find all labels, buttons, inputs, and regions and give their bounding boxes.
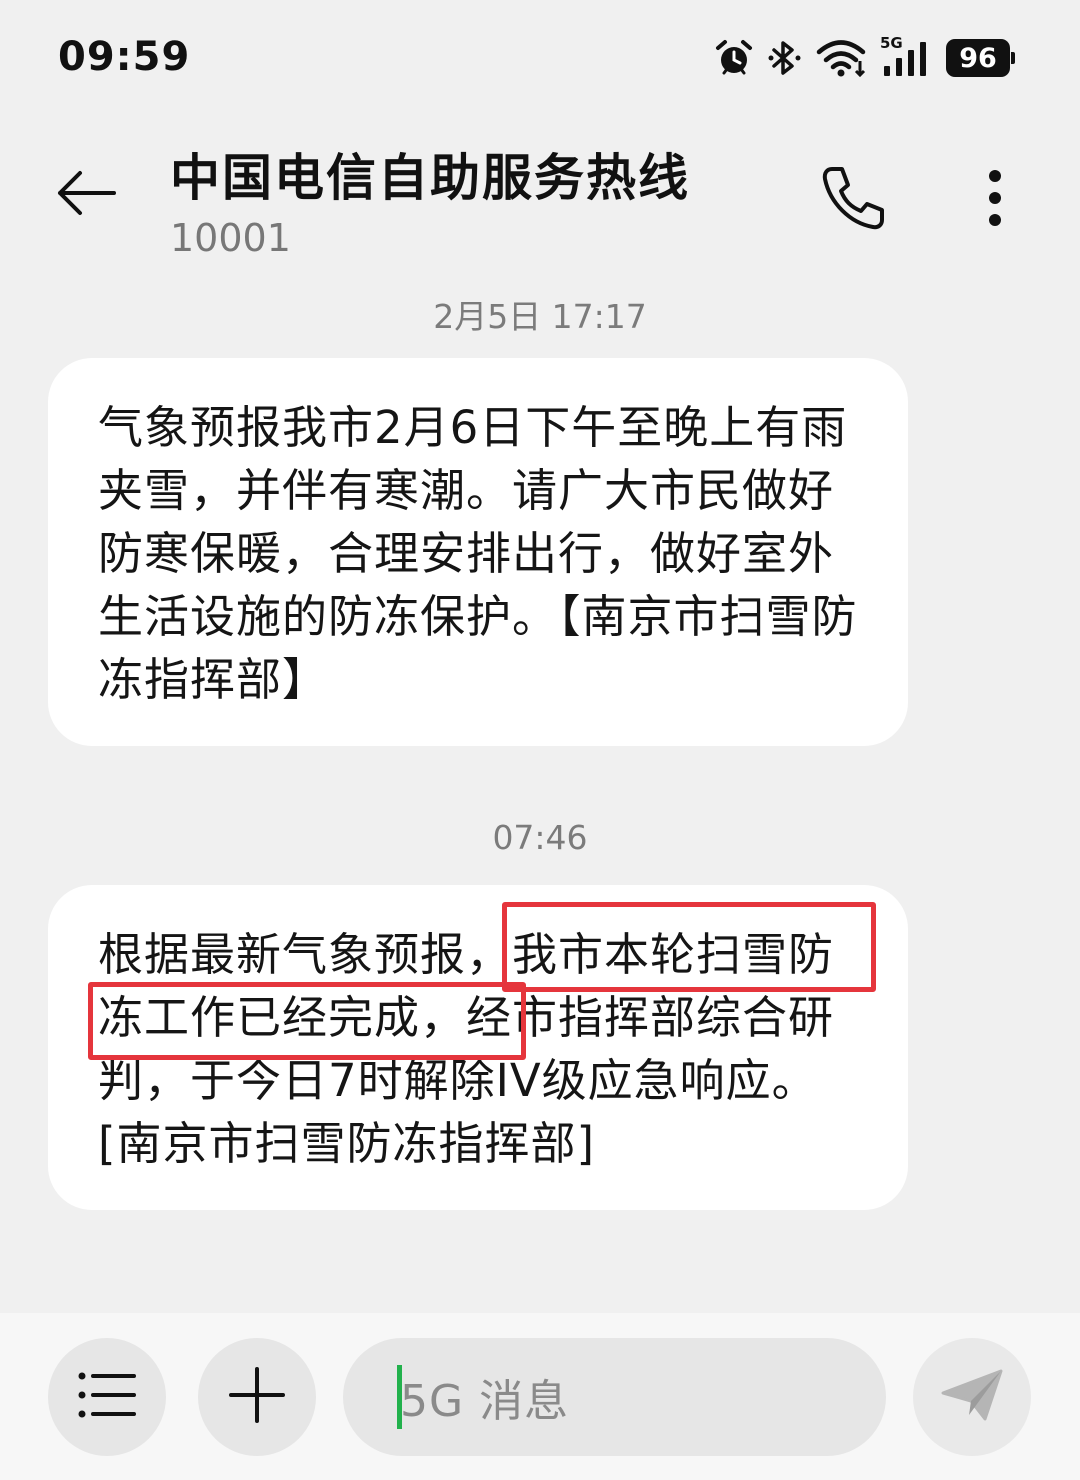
plus-icon bbox=[227, 1365, 287, 1429]
message-timestamp: 07:46 bbox=[492, 818, 588, 857]
more-options-button[interactable] bbox=[960, 160, 1030, 240]
menu-icon bbox=[77, 1370, 137, 1424]
message-text: 气象预报我市2月6日下午至晚上有雨夹雪，并伴有寒潮。请广大市民做好防寒保暖，合理… bbox=[98, 401, 858, 706]
call-button[interactable] bbox=[808, 160, 898, 240]
bluetooth-icon bbox=[768, 38, 802, 78]
send-button[interactable] bbox=[913, 1338, 1031, 1456]
cellular-signal-icon: 5G bbox=[880, 34, 932, 78]
message-input-placeholder: 5G 消息 bbox=[400, 1376, 570, 1427]
menu-button[interactable] bbox=[48, 1338, 166, 1456]
wifi-icon bbox=[816, 39, 866, 77]
contact-number: 10001 bbox=[170, 216, 291, 260]
message-timestamp: 2月5日 17:17 bbox=[433, 297, 647, 336]
sms-conversation-screen: 09:59 5G 96 中国电信自助服务热线 10001 2月5日 17:17 … bbox=[0, 0, 1080, 1480]
message-text: 根据最新气象预报，我市本轮扫雪防冻工作已经完成，经市指挥部综合研判，于今日7时解… bbox=[98, 928, 835, 1170]
more-vertical-icon bbox=[987, 168, 1003, 232]
back-arrow-icon bbox=[54, 168, 118, 222]
conversation-header: 中国电信自助服务热线 10001 bbox=[0, 120, 1080, 270]
phone-icon bbox=[818, 163, 888, 237]
status-icons: 5G 96 bbox=[714, 34, 1015, 80]
add-attachment-button[interactable] bbox=[198, 1338, 316, 1456]
status-bar: 09:59 5G 96 bbox=[0, 0, 1080, 110]
input-bar: 5G 消息 bbox=[0, 1313, 1080, 1480]
alarm-icon bbox=[714, 38, 754, 78]
send-icon bbox=[939, 1365, 1005, 1429]
message-bubble[interactable]: 气象预报我市2月6日下午至晚上有雨夹雪，并伴有寒潮。请广大市民做好防寒保暖，合理… bbox=[48, 358, 908, 746]
contact-name: 中国电信自助服务热线 bbox=[170, 149, 690, 207]
status-time: 09:59 bbox=[58, 34, 191, 80]
back-button[interactable] bbox=[46, 160, 126, 230]
message-bubble[interactable]: 根据最新气象预报，我市本轮扫雪防冻工作已经完成，经市指挥部综合研判，于今日7时解… bbox=[48, 885, 908, 1210]
message-input[interactable]: 5G 消息 bbox=[343, 1338, 886, 1456]
battery-icon: 96 bbox=[946, 39, 1015, 77]
